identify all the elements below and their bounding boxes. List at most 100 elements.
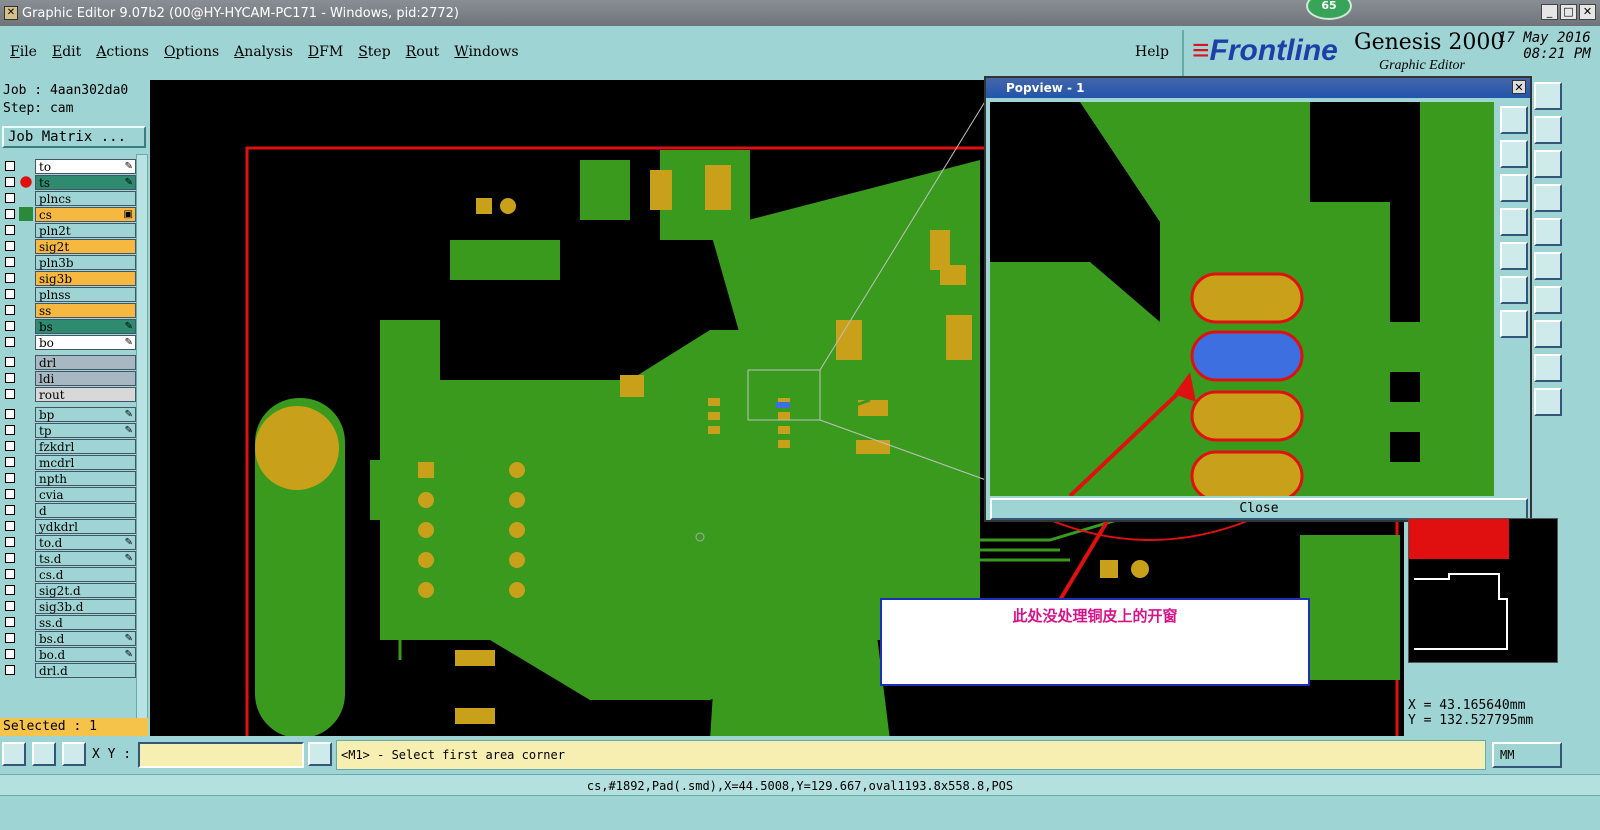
- grid-icon[interactable]: [62, 742, 86, 766]
- menu-edit[interactable]: Edit: [52, 44, 81, 60]
- layer-checkbox[interactable]: [5, 649, 15, 659]
- layer-name[interactable]: drl: [35, 354, 136, 370]
- layer-row[interactable]: mcdrl: [2, 454, 136, 470]
- layer-name[interactable]: bs ✎: [35, 318, 136, 334]
- zoom-fit-icon[interactable]: [1500, 174, 1528, 202]
- center-icon[interactable]: [1500, 276, 1528, 304]
- layer-name[interactable]: sig3b: [35, 270, 136, 286]
- layer-name[interactable]: d: [35, 502, 136, 518]
- layer-row[interactable]: ldi: [2, 370, 136, 386]
- layer-row[interactable]: bo ✎: [2, 334, 136, 350]
- layer-row[interactable]: to ✎: [2, 158, 136, 174]
- layer-checkbox[interactable]: [5, 537, 15, 547]
- layer-name[interactable]: bo ✎: [35, 334, 136, 350]
- layer-checkbox[interactable]: [5, 553, 15, 563]
- layer-name[interactable]: sig3b.d: [35, 598, 136, 614]
- layer-row[interactable]: sig3b.d: [2, 598, 136, 614]
- layer-row[interactable]: cvia: [2, 486, 136, 502]
- layer-name[interactable]: ss.d: [35, 614, 136, 630]
- layer-checkbox[interactable]: [5, 289, 15, 299]
- layer-checkbox[interactable]: [5, 473, 15, 483]
- layer-name[interactable]: ldi: [35, 370, 136, 386]
- layer-row[interactable]: bp ✎: [2, 406, 136, 422]
- layer-checkbox[interactable]: [5, 161, 15, 171]
- layer-name[interactable]: to ✎: [35, 158, 136, 174]
- layer-checkbox[interactable]: [5, 505, 15, 515]
- snap-icon[interactable]: [1534, 286, 1562, 314]
- xy-input[interactable]: [138, 742, 304, 768]
- layer-name[interactable]: sig2t.d: [35, 582, 136, 598]
- layer-checkbox[interactable]: [5, 321, 15, 331]
- menu-dfm[interactable]: DFM: [308, 44, 343, 60]
- layer-checkbox[interactable]: [5, 373, 15, 383]
- layer-row[interactable]: ts.d ✎: [2, 550, 136, 566]
- layer-row[interactable]: ss.d: [2, 614, 136, 630]
- layer-checkbox[interactable]: [5, 193, 15, 203]
- layer-checkbox[interactable]: [5, 489, 15, 499]
- layer-checkbox[interactable]: [5, 425, 15, 435]
- layers-icon[interactable]: [1534, 184, 1562, 212]
- menu-help[interactable]: Help: [1135, 44, 1169, 60]
- layer-name[interactable]: ts.d ✎: [35, 550, 136, 566]
- layer-checkbox[interactable]: [5, 357, 15, 367]
- popview-close-button[interactable]: Close: [990, 498, 1528, 520]
- pan-left-icon[interactable]: [1500, 208, 1528, 236]
- layer-name[interactable]: sig2t: [35, 238, 136, 254]
- zoom-icon[interactable]: [1534, 82, 1562, 110]
- layer-row[interactable]: drl: [2, 354, 136, 370]
- layer-name[interactable]: to.d ✎: [35, 534, 136, 550]
- shapes-icon[interactable]: [1534, 320, 1562, 348]
- overview-map[interactable]: [1408, 518, 1558, 663]
- maximize-button[interactable]: □: [1560, 4, 1577, 20]
- layer-name[interactable]: pln3b: [35, 254, 136, 270]
- layer-row[interactable]: d: [2, 502, 136, 518]
- layer-name[interactable]: fzkdrl: [35, 438, 136, 454]
- layer-checkbox[interactable]: [5, 337, 15, 347]
- layer-name[interactable]: bs.d ✎: [35, 630, 136, 646]
- layer-name[interactable]: plnss: [35, 286, 136, 302]
- layer-name[interactable]: npth: [35, 470, 136, 486]
- layer-checkbox[interactable]: [5, 225, 15, 235]
- layer-name[interactable]: tp ✎: [35, 422, 136, 438]
- layer-name[interactable]: pln2t: [35, 222, 136, 238]
- layer-checkbox[interactable]: [5, 209, 15, 219]
- layer-checkbox[interactable]: [5, 521, 15, 531]
- layer-row[interactable]: tp ✎: [2, 422, 136, 438]
- layer-checkbox[interactable]: [5, 273, 15, 283]
- circle-icon[interactable]: [1534, 218, 1562, 246]
- layer-row[interactable]: cs ▣: [2, 206, 136, 222]
- zoom-in-icon[interactable]: [1500, 106, 1528, 134]
- menu-actions[interactable]: Actions: [96, 44, 149, 60]
- layer-row[interactable]: plncs: [2, 190, 136, 206]
- menu-options[interactable]: Options: [164, 44, 219, 60]
- layer-checkbox[interactable]: [5, 305, 15, 315]
- layer-row[interactable]: pln3b: [2, 254, 136, 270]
- layer-name[interactable]: bp ✎: [35, 406, 136, 422]
- layer-row[interactable]: npth: [2, 470, 136, 486]
- layer-row[interactable]: sig2t.d: [2, 582, 136, 598]
- layer-row[interactable]: sig3b: [2, 270, 136, 286]
- select-icon[interactable]: [1534, 388, 1562, 416]
- layer-checkbox[interactable]: [5, 601, 15, 611]
- pan-icon[interactable]: [2, 742, 26, 766]
- layer-checkbox[interactable]: [5, 257, 15, 267]
- menu-rout[interactable]: Rout: [406, 44, 440, 60]
- menu-analysis[interactable]: Analysis: [234, 44, 293, 60]
- layer-row[interactable]: ydkdrl: [2, 518, 136, 534]
- layer-row[interactable]: bo.d ✎: [2, 646, 136, 662]
- layer-checkbox[interactable]: [5, 409, 15, 419]
- popview-close-icon[interactable]: ✕: [1512, 80, 1526, 94]
- layer-checkbox[interactable]: [5, 617, 15, 627]
- zoom-out-icon[interactable]: [1500, 140, 1528, 168]
- layer-row[interactable]: ts ✎: [2, 174, 136, 190]
- layer-name[interactable]: ss: [35, 302, 136, 318]
- layer-row[interactable]: bs.d ✎: [2, 630, 136, 646]
- layer-name[interactable]: cvia: [35, 486, 136, 502]
- layer-name[interactable]: bo.d ✎: [35, 646, 136, 662]
- layer-row[interactable]: bs ✎: [2, 318, 136, 334]
- layer-checkbox[interactable]: [5, 177, 15, 187]
- help-icon[interactable]: [1534, 150, 1562, 178]
- minimize-button[interactable]: _: [1541, 4, 1558, 20]
- layer-name[interactable]: plncs: [35, 190, 136, 206]
- layer-name[interactable]: ts ✎: [35, 174, 136, 190]
